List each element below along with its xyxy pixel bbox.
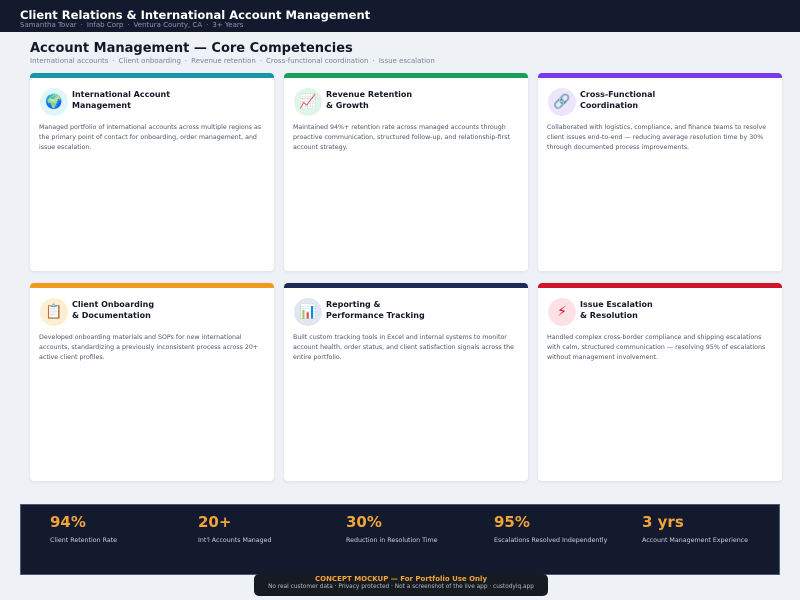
stat-label: Escalations Resolved Independently — [494, 537, 608, 544]
tag-item: Issue escalation — [378, 57, 435, 65]
link-icon: 🔗 — [548, 88, 576, 116]
stat-experience: 3 yrs Account Management Experience — [642, 513, 782, 544]
meta-experience: 3+ Years — [212, 21, 244, 29]
app-title: Client Relations & International Account… — [20, 8, 371, 22]
stat-value: 94% — [50, 513, 86, 531]
lightning-icon: ⚡ — [548, 298, 576, 326]
card-issue-escalation: ⚡ Issue Escalation & Resolution Handled c… — [538, 283, 782, 481]
card-international-account-management: 🌍 International Account Management Manage… — [30, 73, 274, 271]
header-meta: Samantha Tovar · Infab Corp · Ventura County… — [20, 21, 244, 29]
card-title: Cross-Functional Coordination — [580, 90, 656, 110]
bar-chart-icon: 📊 — [294, 298, 322, 326]
card-description: Managed portfolio of international accou… — [39, 124, 262, 151]
card-client-onboarding: 📋 Client Onboarding & Documentation Devel… — [30, 283, 274, 481]
banner-headline: CONCEPT MOCKUP — For Portfolio Use Only — [314, 575, 488, 583]
card-cross-functional-coordination: 🔗 Cross-Functional Coordination Collabora… — [538, 73, 782, 271]
card-accent-bar — [30, 73, 274, 78]
card-accent-bar — [538, 73, 782, 78]
tag-item: Revenue retention — [191, 57, 256, 65]
competency-tags: International accounts · Client onboarding… — [30, 57, 435, 65]
card-description: Handled complex cross-border compliance … — [547, 334, 766, 361]
stat-retention: 94% Client Retention Rate — [50, 513, 190, 544]
stat-resolution-time: 30% Reduction in Resolution Time — [346, 513, 486, 544]
stat-value: 20+ — [198, 513, 232, 531]
globe-icon: 🌍 — [40, 88, 68, 116]
page-title: Account Management — Core Competencies — [30, 41, 353, 56]
card-title: Reporting & Performance Tracking — [326, 300, 425, 320]
card-title: International Account Management — [72, 90, 171, 110]
tag-item: Client onboarding — [118, 57, 181, 65]
top-header: Client Relations & International Account… — [0, 0, 800, 32]
stat-escalations: 95% Escalations Resolved Independently — [494, 513, 634, 544]
stat-label: Account Management Experience — [642, 537, 749, 544]
banner-note: No real customer data · Privacy protecte… — [268, 584, 534, 590]
card-description: Collaborated with logistics, compliance,… — [547, 124, 767, 151]
meta-name: Samantha Tovar — [20, 21, 77, 29]
card-title: Issue Escalation & Resolution — [580, 300, 653, 320]
meta-location: Ventura County, CA — [133, 21, 203, 29]
card-description: Developed onboarding materials and SOPs … — [39, 334, 259, 361]
tag-item: International accounts — [30, 57, 109, 65]
card-accent-bar — [284, 73, 528, 78]
concept-mockup-banner: CONCEPT MOCKUP — For Portfolio Use Only … — [254, 574, 548, 596]
clipboard-icon: 📋 — [40, 298, 68, 326]
card-title: Client Onboarding & Documentation — [72, 300, 155, 320]
tag-item: Cross-functional coordination — [266, 57, 369, 65]
stat-label: Reduction in Resolution Time — [346, 537, 438, 544]
stat-value: 3 yrs — [642, 513, 684, 531]
card-reporting-performance: 📊 Reporting & Performance Tracking Built … — [284, 283, 528, 481]
stat-label: Int'l Accounts Managed — [198, 537, 272, 544]
chart-icon: 📈 — [294, 88, 322, 116]
stat-value: 95% — [494, 513, 530, 531]
card-description: Built custom tracking tools in Excel and… — [293, 334, 514, 361]
card-accent-bar — [30, 283, 274, 288]
card-title: Revenue Retention & Growth — [326, 90, 413, 110]
card-revenue-retention: 📈 Revenue Retention & Growth Maintained 9… — [284, 73, 528, 271]
card-description: Maintained 94%+ retention rate across ma… — [293, 124, 510, 151]
stats-panel: 94% Client Retention Rate 20+ Int'l Acco… — [20, 504, 780, 575]
card-accent-bar — [284, 283, 528, 288]
card-accent-bar — [538, 283, 782, 288]
stat-label: Client Retention Rate — [50, 537, 118, 544]
stat-value: 30% — [346, 513, 382, 531]
stat-accounts: 20+ Int'l Accounts Managed — [198, 513, 338, 544]
meta-company: Infab Corp — [86, 21, 124, 29]
